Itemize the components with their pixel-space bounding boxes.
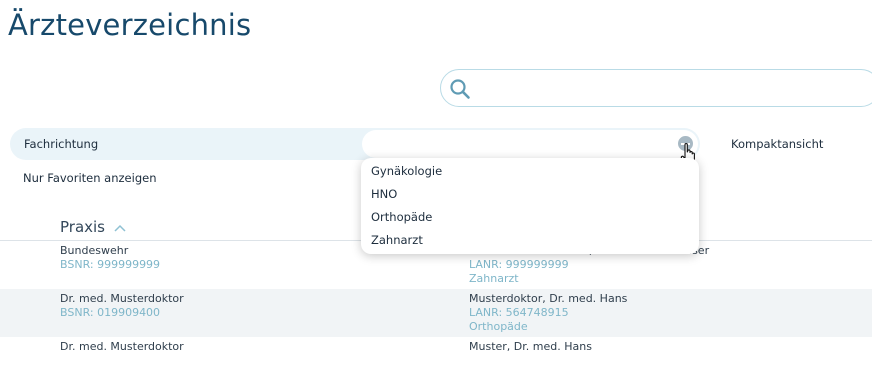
kompaktansicht-toggle[interactable]: Kompaktansicht [731, 137, 823, 151]
dropdown-option-hno[interactable]: HNO [371, 187, 397, 201]
fachrichtung-select[interactable] [362, 130, 698, 158]
praxis-bsnr: BSNR: 019909400 [60, 306, 161, 319]
arzt-cell: Musterdoktor, Dr. med. Hans LANR: 564748… [469, 292, 627, 334]
arzt-fachrichtung: Orthopäde [469, 320, 528, 333]
praxis-cell: Dr. med. Musterdoktor BSNR: 019909400 [60, 292, 184, 320]
arzt-name: Musterdoktor, Dr. med. Hans [469, 292, 628, 305]
table-row[interactable]: Dr. med. Musterdoktor BSNR: 019909400 Mu… [0, 289, 872, 337]
arzt-lanr: LANR: 999999999 [469, 258, 569, 271]
praxis-name: Bundeswehr [60, 244, 129, 257]
search-input[interactable] [483, 76, 867, 102]
favoriten-toggle[interactable]: Nur Favoriten anzeigen [23, 171, 156, 185]
fachrichtung-filter: Fachrichtung [10, 128, 700, 160]
column-header-praxis-label: Praxis [60, 218, 105, 236]
arzt-name: Muster, Dr. med. Hans [469, 340, 592, 353]
search-icon[interactable] [449, 78, 471, 100]
dropdown-option-gynaekologie[interactable]: Gynäkologie [371, 164, 442, 178]
arzt-cell: Muster, Dr. med. Hans [469, 340, 592, 354]
praxis-name: Dr. med. Musterdoktor [60, 340, 184, 353]
arzt-lanr: LANR: 564748915 [469, 306, 569, 319]
praxis-name: Dr. med. Musterdoktor [60, 292, 184, 305]
column-header-praxis[interactable]: Praxis [60, 218, 126, 236]
dropdown-option-orthopaede[interactable]: Orthopäde [371, 210, 432, 224]
praxis-bsnr: BSNR: 999999999 [60, 258, 161, 271]
fachrichtung-label: Fachrichtung [24, 137, 99, 151]
dropdown-option-zahnarzt[interactable]: Zahnarzt [371, 233, 423, 247]
page-title: Ärzteverzeichnis [8, 8, 252, 42]
table-row[interactable]: Dr. med. Musterdoktor Muster, Dr. med. H… [0, 337, 872, 385]
sort-ascending-icon [114, 224, 126, 232]
search-box[interactable] [440, 69, 872, 107]
arzt-fachrichtung: Zahnarzt [469, 272, 519, 285]
praxis-cell: Bundeswehr BSNR: 999999999 [60, 244, 160, 272]
fachrichtung-dropdown-menu: Gynäkologie HNO Orthopäde Zahnarzt [361, 158, 699, 254]
praxis-cell: Dr. med. Musterdoktor [60, 340, 184, 354]
